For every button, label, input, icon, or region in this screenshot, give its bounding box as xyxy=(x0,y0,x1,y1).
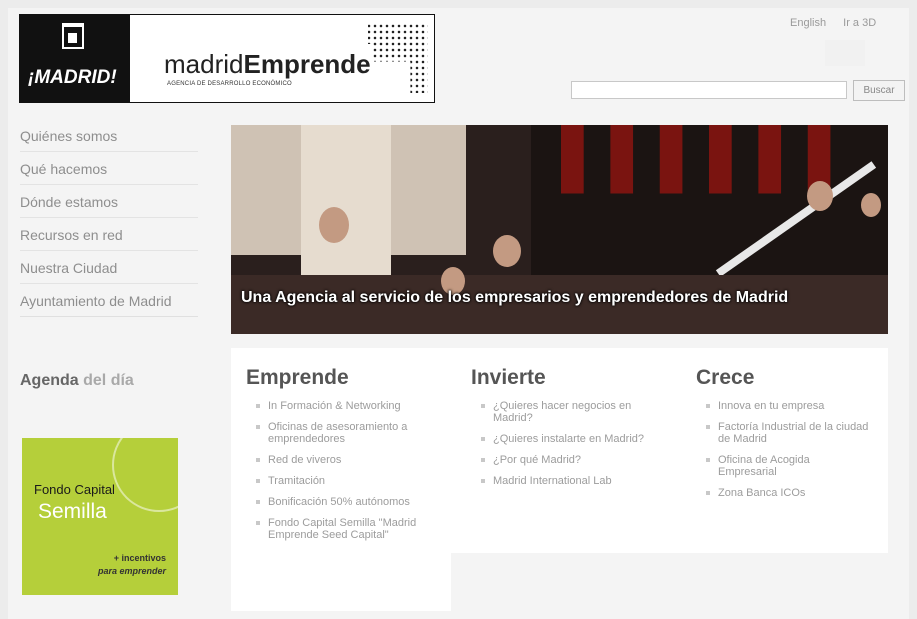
promo-line2: Semilla xyxy=(38,500,107,523)
column-crece: Crece Innova en tu empresa Factoría Indu… xyxy=(696,366,871,508)
list-item[interactable]: Red de viveros xyxy=(246,454,446,466)
column-title[interactable]: Crece xyxy=(696,366,871,390)
promo-line4: para emprender xyxy=(97,566,166,576)
list-item[interactable]: Oficina de Acogida Empresarial xyxy=(696,454,871,478)
brand-name: madridEmprende xyxy=(164,49,371,80)
crest-icon xyxy=(62,23,84,49)
hero-person xyxy=(861,193,881,217)
city-logo-text: ¡MADRID! xyxy=(28,67,117,88)
promo-line1: Fondo Capital xyxy=(34,482,115,497)
list-item[interactable]: Zona Banca ICOs xyxy=(696,487,871,499)
brand-name-bold: Emprende xyxy=(243,49,371,79)
list-item[interactable]: Madrid International Lab xyxy=(471,475,651,487)
sidebar-item-recursos-en-red[interactable]: Recursos en red xyxy=(20,224,198,251)
list-item[interactable]: Factoría Industrial de la ciudad de Madr… xyxy=(696,421,871,445)
column-invierte: Invierte ¿Quieres hacer negocios en Madr… xyxy=(471,366,651,496)
sidebar-nav: Quiénes somos Qué hacemos Dónde estamos … xyxy=(20,125,198,323)
list-item[interactable]: ¿Quieres instalarte en Madrid? xyxy=(471,433,651,445)
agenda-heading[interactable]: Agenda del día xyxy=(20,372,134,390)
list-item[interactable]: Fondo Capital Semilla "Madrid Emprende S… xyxy=(246,517,446,541)
list-item[interactable]: ¿Por qué Madrid? xyxy=(471,454,651,466)
sidebar-item-quienes-somos[interactable]: Quiénes somos xyxy=(20,125,198,152)
brand-subtitle: AGENCIA DE DESARROLLO ECONÓMICO xyxy=(167,81,292,87)
hero-person xyxy=(493,235,521,267)
hero-sign-graphic: ▌▌▌▌▌▌ xyxy=(561,125,858,188)
hero-person xyxy=(807,181,833,211)
link-3d[interactable]: Ir a 3D xyxy=(843,17,876,29)
city-logo: ¡MADRID! xyxy=(20,15,130,102)
sidebar-item-nuestra-ciudad[interactable]: Nuestra Ciudad xyxy=(20,257,198,284)
list-item[interactable]: Bonificación 50% autónomos xyxy=(246,496,446,508)
column-emprende: Emprende In Formación & Networking Ofici… xyxy=(246,366,446,550)
sidebar-item-donde-estamos[interactable]: Dónde estamos xyxy=(20,191,198,218)
columns-panel: Emprende In Formación & Networking Ofici… xyxy=(231,348,888,553)
brand-name-light: madrid xyxy=(164,49,244,79)
madrid-emprende-logo[interactable]: ¡MADRID! madridEmprende AGENCIA DE DESAR… xyxy=(19,14,435,103)
promo-line3: + incentivos xyxy=(113,553,166,563)
columns-panel-extension xyxy=(231,553,451,611)
hero-caption: Una Agencia al servicio de los empresari… xyxy=(241,289,789,306)
search-button[interactable]: Buscar xyxy=(853,80,905,101)
fondo-capital-semilla-banner[interactable]: Fondo Capital Semilla + incentivos para … xyxy=(22,438,178,595)
column-title[interactable]: Invierte xyxy=(471,366,651,390)
list-item[interactable]: ¿Quieres hacer negocios en Madrid? xyxy=(471,400,651,424)
hero-banner[interactable]: ▌▌▌▌▌▌ Una Agencia al servicio de los em… xyxy=(231,125,888,334)
list-item[interactable]: Tramitación xyxy=(246,475,446,487)
search-input[interactable] xyxy=(571,81,847,99)
column-title[interactable]: Emprende xyxy=(246,366,446,390)
list-item[interactable]: Innova en tu empresa xyxy=(696,400,871,412)
sidebar-item-que-hacemos[interactable]: Qué hacemos xyxy=(20,158,198,185)
list-item[interactable]: In Formación & Networking xyxy=(246,400,446,412)
sidebar-item-ayuntamiento[interactable]: Ayuntamiento de Madrid xyxy=(20,290,198,317)
hero-person xyxy=(319,207,349,243)
link-english[interactable]: English xyxy=(790,17,826,29)
top-links: English Ir a 3D xyxy=(790,17,890,29)
agenda-bold: Agenda xyxy=(20,372,79,389)
agenda-light: del día xyxy=(83,372,134,389)
header-widget xyxy=(825,40,865,66)
list-item[interactable]: Oficinas de asesoramiento a emprendedore… xyxy=(246,421,446,445)
